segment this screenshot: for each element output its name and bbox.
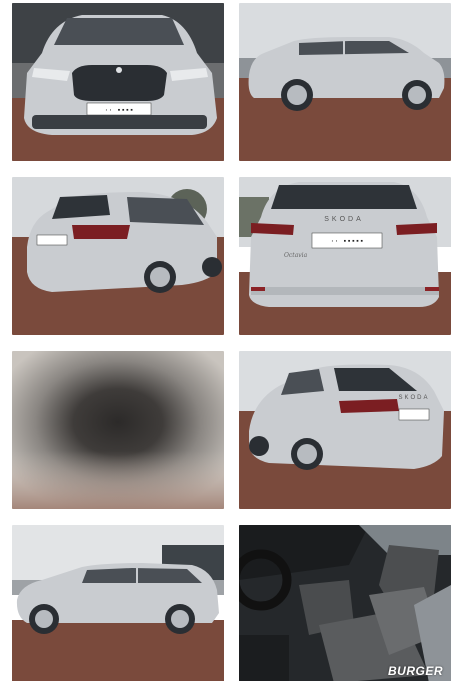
rear-badge-text: SKODA — [324, 216, 364, 223]
photo-thumb-blurred[interactable] — [12, 351, 224, 509]
photo-gallery-page: ·· ▪▪▪▪ SKODA ·· ▪▪▪▪▪ Octavia SKODA BUR… — [0, 0, 452, 681]
model-script-text: Octavia — [284, 252, 308, 259]
photo-thumb-rear-left[interactable] — [12, 177, 224, 335]
photo-thumb-side-right[interactable] — [239, 3, 451, 161]
photo-thumb-interior[interactable]: BURGER — [239, 525, 451, 681]
photo-thumb-rear[interactable]: SKODA ·· ▪▪▪▪▪ Octavia — [239, 177, 451, 335]
photo-thumb-side-left[interactable] — [12, 525, 224, 681]
car-rear-photo-icon: SKODA ·· ▪▪▪▪▪ Octavia — [239, 177, 451, 335]
photo-grid: ·· ▪▪▪▪ SKODA ·· ▪▪▪▪▪ Octavia SKODA BUR… — [0, 0, 452, 681]
svg-text:·· ▪▪▪▪: ·· ▪▪▪▪ — [104, 107, 133, 115]
car-front-photo-icon: ·· ▪▪▪▪ — [12, 3, 224, 161]
photo-thumb-front[interactable]: ·· ▪▪▪▪ — [12, 3, 224, 161]
blurred-photo-icon — [12, 351, 224, 509]
car-side-photo-icon — [12, 525, 224, 681]
car-rear-quarter-photo-icon — [12, 177, 224, 335]
svg-text:·· ▪▪▪▪▪: ·· ▪▪▪▪▪ — [330, 238, 364, 246]
car-interior-photo-icon — [239, 525, 451, 681]
rear-quarter-badge-text: SKODA — [398, 395, 429, 401]
dealer-watermark: BURGER — [387, 664, 443, 678]
car-side-photo-icon — [239, 3, 451, 161]
car-rear-quarter-photo-icon: SKODA — [239, 351, 451, 509]
photo-thumb-rear-right[interactable]: SKODA — [239, 351, 451, 509]
